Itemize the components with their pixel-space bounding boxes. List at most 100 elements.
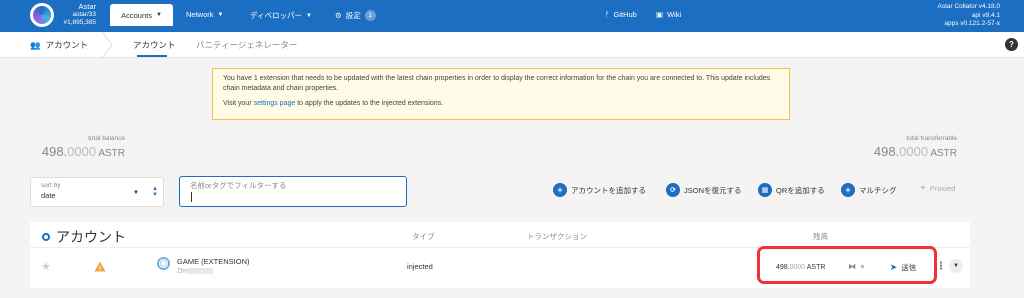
table-row: ★ ! GAME (EXTENSION) Zbs injected 498.00…	[30, 246, 970, 288]
restore-json-button[interactable]: ⟳ JSONを復元する	[666, 183, 742, 197]
caret-down-icon: ▼	[133, 190, 139, 196]
plus-icon: +	[920, 183, 926, 194]
account-type: injected	[407, 262, 433, 271]
dot-circle-icon	[42, 233, 50, 241]
network-menu-label: Network	[186, 10, 214, 19]
total-balance-value: 498.0000 ASTR	[30, 144, 125, 159]
paper-plane-icon: ➤	[889, 261, 898, 272]
star-icon[interactable]: ★	[41, 260, 51, 273]
sort-by-dropdown[interactable]: sort by date ▼ ▲ ▼	[30, 177, 164, 207]
api-version: api v9.4.1	[971, 11, 1000, 19]
total-balance-dec: 0000	[67, 144, 97, 159]
address-redacted	[187, 268, 214, 274]
svg-text:!: !	[99, 266, 101, 273]
warning-text: You have 1 extension that needs to be up…	[223, 75, 771, 92]
send-label: 送信	[901, 262, 917, 272]
warning-text-before: Visit your	[223, 100, 254, 107]
tab-accounts[interactable]: アカウント	[133, 39, 176, 51]
github-link[interactable]: ᚠ GitHub	[605, 10, 637, 19]
add-account-label: アカウントを追加する	[571, 185, 646, 195]
column-transactions: トランザクション	[527, 232, 587, 241]
table-title-text: アカウント	[56, 229, 126, 245]
filter-input[interactable]: 名前orタグでフィルターする	[179, 176, 407, 207]
accounts-table: アカウント タイプ トランザクション 残高 ★ ! GAME (EXTENSIO…	[30, 222, 970, 288]
sync-icon: ⟳	[666, 183, 680, 197]
send-button[interactable]: ➤ 送信	[880, 259, 926, 275]
add-qr-label: QRを追加する	[776, 185, 825, 195]
multisig-label: マルチシグ	[859, 185, 897, 195]
section-label: 👥 アカウント	[30, 39, 88, 51]
total-balance-int: 498.	[41, 144, 68, 159]
table-title: アカウント	[42, 227, 126, 247]
caret-down-icon: ▼	[155, 12, 162, 18]
total-transferable-label: total transferrable	[906, 135, 957, 142]
account-address: Zbs	[177, 268, 214, 275]
chain-logo-icon[interactable]	[30, 3, 54, 27]
address-prefix: Zbs	[177, 268, 188, 275]
accounts-menu[interactable]: Accounts ▼	[110, 4, 173, 26]
block-number: #1,895,385	[63, 19, 96, 26]
github-label: GitHub	[613, 10, 637, 19]
wiki-link[interactable]: ▣ Wiki	[656, 10, 681, 19]
network-icon[interactable]: ⋄	[860, 262, 865, 271]
sort-order-toggle-icon[interactable]: ▲ ▼	[152, 186, 158, 198]
column-balance: 残高	[813, 232, 828, 241]
total-transferable-value: 498.0000 ASTR	[857, 144, 957, 159]
transferable-int: 498.	[873, 144, 900, 159]
book-icon: ▣	[656, 10, 664, 19]
version-info: Astar Collator v4.18.0 api v9.4.1 apps v…	[937, 3, 1000, 29]
plus-icon: +	[841, 183, 855, 197]
settings-menu-label: 設定	[345, 11, 361, 20]
plus-icon: +	[553, 183, 567, 197]
warning-settings-line: Visit your settings page to apply the up…	[223, 99, 779, 109]
proxied-label: Proxied	[929, 184, 956, 193]
transferable-unit: ASTR	[928, 148, 957, 159]
account-name[interactable]: GAME (EXTENSION)	[177, 257, 250, 266]
settings-badge: 1	[364, 10, 376, 21]
accounts-menu-label: Accounts	[121, 10, 152, 20]
qrcode-icon: ▦	[758, 183, 772, 197]
expand-chevron-icon[interactable]: ▼	[949, 259, 963, 273]
chain-sub: astar/33	[72, 11, 97, 18]
multisig-button[interactable]: + マルチシグ	[841, 183, 897, 197]
apps-version: apps v0.121.2-57-x	[944, 20, 1000, 27]
extension-update-warning: You have 1 extension that needs to be up…	[212, 68, 790, 120]
total-balance-label: total balance	[88, 135, 125, 142]
developer-menu-label: ディベロッパー	[250, 11, 302, 20]
chain-info[interactable]: Astar astar/33 #1,895,385	[56, 3, 96, 27]
proxied-button[interactable]: + Proxied	[920, 183, 955, 194]
warning-text-after: to apply the updates to the injected ext…	[295, 100, 444, 107]
chain-name: Astar	[78, 2, 96, 11]
transferable-dec: 0000	[899, 144, 929, 159]
node-version: Astar Collator v4.18.0	[937, 3, 1000, 10]
add-account-button[interactable]: + アカウントを追加する	[553, 183, 646, 197]
identicon-icon[interactable]	[157, 257, 170, 270]
account-balance: 498.0000 ASTR	[776, 264, 825, 271]
network-menu[interactable]: Network ▼	[186, 10, 223, 19]
total-balance: total balance 498.0000 ASTR	[30, 135, 125, 159]
balance-dec: 0000	[789, 264, 806, 271]
active-tab-indicator	[137, 55, 167, 57]
settings-menu[interactable]: ⚙ 設定 1	[335, 10, 376, 21]
cogs-icon: ⚙	[335, 11, 342, 20]
settings-page-link[interactable]: settings page	[254, 100, 296, 107]
filter-placeholder: 名前orタグでフィルターする	[190, 181, 287, 190]
sort-by-label: sort by	[41, 182, 61, 189]
total-transferable: total transferrable 498.0000 ASTR	[857, 135, 957, 159]
warning-triangle-icon: !	[94, 261, 106, 272]
tab-vanity-generator[interactable]: バニティージェネレーター	[196, 39, 297, 51]
more-options-icon[interactable]: ⋮	[936, 261, 946, 272]
chevron-separator-icon	[101, 32, 113, 58]
table-header: アカウント タイプ トランザクション 残高	[30, 222, 970, 248]
section-label-text: アカウント	[45, 40, 89, 50]
wiki-label: Wiki	[667, 10, 682, 19]
add-qr-button[interactable]: ▦ QRを追加する	[758, 183, 825, 197]
restore-json-label: JSONを復元する	[684, 185, 742, 195]
caret-down-icon: ▼	[217, 11, 224, 18]
text-cursor	[191, 192, 192, 202]
total-balance-unit: ASTR	[96, 148, 125, 159]
help-icon[interactable]: ?	[1005, 38, 1018, 51]
caret-down-icon: ▼	[305, 12, 312, 19]
developer-menu[interactable]: ディベロッパー ▼	[250, 10, 312, 21]
link-icon[interactable]: ⧓	[848, 262, 856, 271]
